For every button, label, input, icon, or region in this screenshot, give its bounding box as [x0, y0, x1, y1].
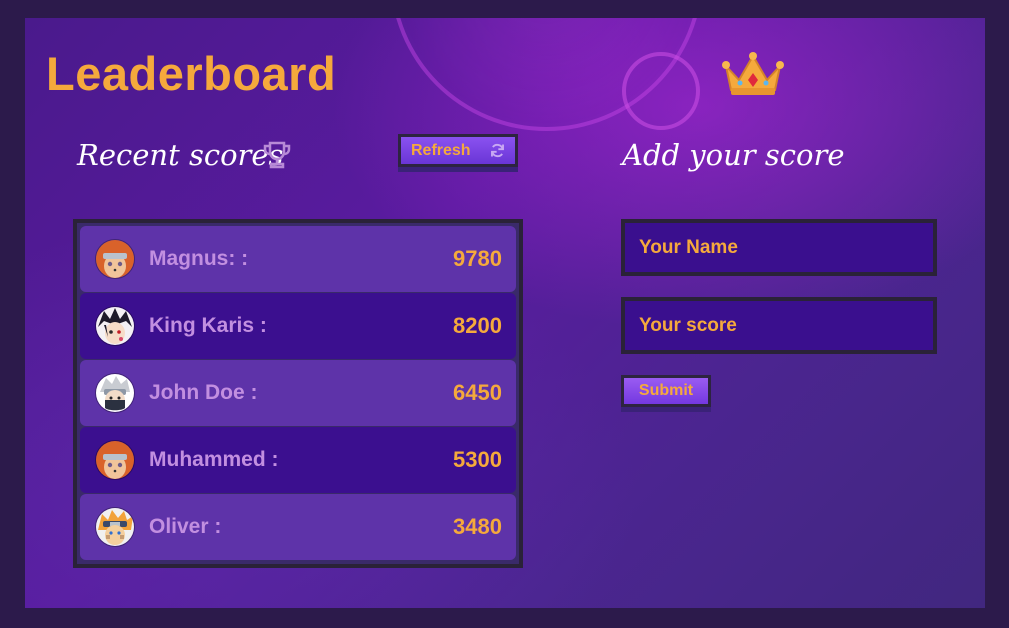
player-name: Magnus: : — [149, 247, 249, 270]
list-item: Magnus: : 9780 — [80, 226, 516, 292]
player-score: 3480 — [453, 514, 502, 539]
player-name: King Karis : — [149, 314, 267, 337]
submit-button[interactable]: Submit — [621, 375, 711, 407]
score-input[interactable] — [621, 297, 937, 354]
list-item: King Karis : 8200 — [80, 293, 516, 359]
player-score: 5300 — [453, 447, 502, 472]
list-item: Muhammed : 5300 — [80, 427, 516, 493]
leaderboard-panel: Leaderboard Recent scores Refresh Magnus… — [25, 18, 985, 608]
player-score: 8200 — [453, 313, 502, 338]
player-score: 6450 — [453, 380, 502, 405]
add-score-heading: Add your score — [622, 138, 845, 172]
naruto-avatar — [95, 507, 135, 547]
list-item: John Doe : 6450 — [80, 360, 516, 426]
recent-scores-heading: Recent scores — [77, 138, 284, 172]
player-name: Muhammed : — [149, 448, 279, 471]
decorative-ring — [622, 52, 700, 130]
refresh-label: Refresh — [411, 141, 471, 159]
kakashi-avatar — [95, 373, 135, 413]
refresh-button[interactable]: Refresh — [398, 134, 518, 167]
player-score: 9780 — [453, 246, 502, 271]
refresh-icon — [490, 143, 504, 158]
sasuke-avatar — [95, 306, 135, 346]
player-name: John Doe : — [149, 381, 258, 404]
player-name: Oliver : — [149, 515, 222, 538]
name-input[interactable] — [621, 219, 937, 276]
trophy-icon — [263, 141, 291, 169]
pain-avatar — [95, 239, 135, 279]
pain-avatar — [95, 440, 135, 480]
crown-icon — [722, 52, 784, 95]
list-item: Oliver : 3480 — [80, 494, 516, 560]
scores-list: Magnus: : 9780 King Karis : 8200 John Do… — [73, 219, 523, 568]
page-title: Leaderboard — [46, 47, 337, 100]
